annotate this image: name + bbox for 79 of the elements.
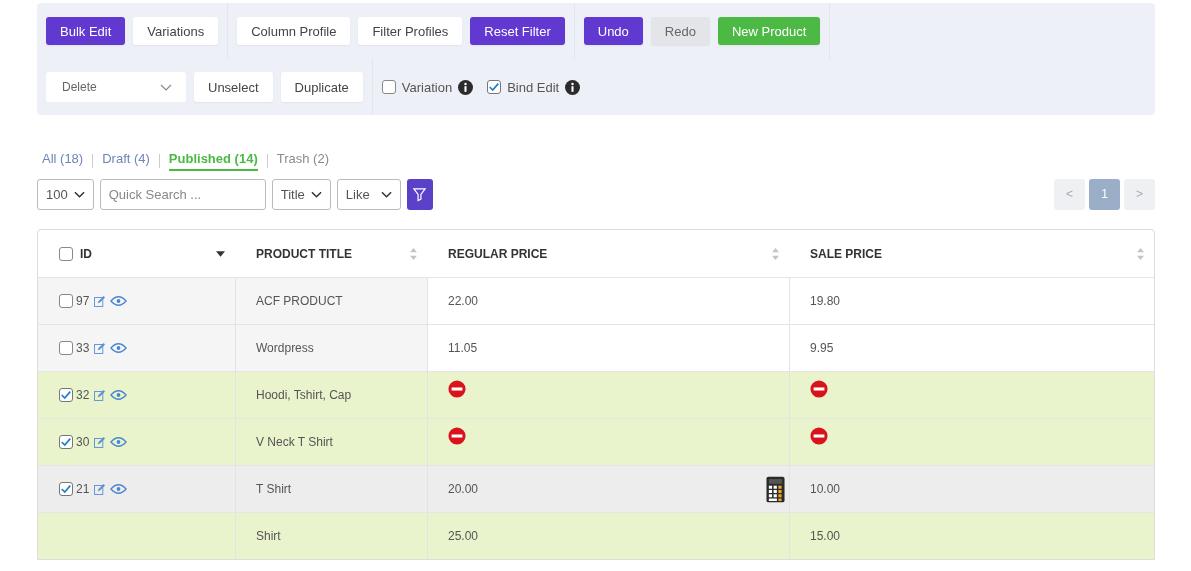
filter-icon xyxy=(412,186,428,202)
chevron-down-icon xyxy=(73,190,85,198)
chevron-down-icon xyxy=(380,190,392,198)
product-title: Wordpress xyxy=(256,341,314,355)
info-icon[interactable] xyxy=(458,79,474,95)
toolbar-button[interactable]: Bulk Edit xyxy=(46,17,126,45)
row-checkbox[interactable] xyxy=(59,388,73,402)
no-entry-icon xyxy=(810,427,828,445)
price-text: 22.00 xyxy=(448,294,479,308)
no-entry-icon xyxy=(448,427,466,445)
toolbar-button[interactable]: Filter Profiles xyxy=(358,17,463,45)
toolbar-button[interactable]: Variations xyxy=(133,17,219,45)
eye-icon[interactable] xyxy=(110,437,128,447)
toolbar-button[interactable]: Undo xyxy=(583,17,643,45)
price-text: 9.95 xyxy=(810,341,834,355)
calculator-icon[interactable] xyxy=(766,475,785,503)
row-checkbox[interactable] xyxy=(59,294,73,308)
edit-icon[interactable] xyxy=(94,389,106,401)
price-text: 19.80 xyxy=(810,294,841,308)
edit-icon[interactable] xyxy=(94,295,106,307)
toolbar-button[interactable]: Duplicate xyxy=(280,72,363,102)
table-row[interactable]: 33 Wordpress 11.05 9.95 xyxy=(38,324,1154,371)
table-row[interactable]: 30 V Neck T Shirt xyxy=(38,418,1154,465)
table-row[interactable]: Shirt 25.00 15.00 xyxy=(38,512,1154,559)
price-text: 15.00 xyxy=(810,529,841,543)
product-id: 32 xyxy=(76,388,90,402)
per-page-dropdown[interactable]: 100 xyxy=(37,178,94,210)
product-id: 97 xyxy=(76,294,90,308)
table-row[interactable]: 21 T Shirt 20.00 10.00 xyxy=(38,465,1154,512)
product-title: V Neck T Shirt xyxy=(256,435,333,449)
chevron-down-icon xyxy=(160,83,172,91)
row-checkbox[interactable] xyxy=(59,482,73,496)
row-checkbox[interactable] xyxy=(59,341,73,355)
option-label: Bind Edit xyxy=(507,79,560,95)
product-id: 33 xyxy=(76,341,90,355)
status-tab[interactable]: Trash (2) xyxy=(276,151,329,171)
column-header[interactable]: PRODUCT TITLE xyxy=(256,246,403,261)
table-row[interactable]: 32 Hoodi, Tshirt, Cap xyxy=(38,371,1154,418)
product-title: Shirt xyxy=(256,529,281,543)
option-label: Variation xyxy=(401,79,453,95)
chevron-down-icon xyxy=(310,190,322,198)
select-all-checkbox[interactable] xyxy=(59,246,73,261)
product-id: 21 xyxy=(76,482,90,496)
table-row[interactable]: 97 ACF PRODUCT 22.00 19.80 xyxy=(38,277,1154,324)
product-title: T Shirt xyxy=(256,482,292,496)
edit-icon[interactable] xyxy=(94,483,106,495)
sort-descending-icon[interactable] xyxy=(216,250,225,257)
quick-search-field[interactable]: Quick Search ... xyxy=(99,178,266,210)
eye-icon[interactable] xyxy=(110,343,128,353)
price-text: 25.00 xyxy=(448,529,479,543)
eye-icon[interactable] xyxy=(110,296,128,306)
no-entry-icon xyxy=(810,380,828,398)
operator-dropdown[interactable]: Like xyxy=(336,178,401,210)
status-tab[interactable]: Draft (4) xyxy=(102,151,150,171)
no-entry-icon xyxy=(448,380,466,398)
edit-icon[interactable] xyxy=(94,436,106,448)
product-id: 30 xyxy=(76,435,90,449)
option-checkbox[interactable] xyxy=(487,80,502,94)
row-checkbox[interactable] xyxy=(59,435,73,449)
product-title: Hoodi, Tshirt, Cap xyxy=(256,388,352,402)
toolbar-button[interactable]: Column Profile xyxy=(237,17,351,45)
bulk-action-dropdown[interactable]: Delete xyxy=(46,72,186,102)
column-header[interactable]: ID xyxy=(80,246,209,261)
price-text: 11.05 xyxy=(448,341,478,355)
search-field-dropdown[interactable]: Title xyxy=(271,178,331,210)
toolbar-button[interactable]: Reset Filter xyxy=(470,17,565,45)
price-text: 20.00 xyxy=(448,482,479,496)
column-header[interactable]: REGULAR PRICE xyxy=(448,246,765,261)
product-title: ACF PRODUCT xyxy=(256,294,343,308)
eye-icon[interactable] xyxy=(110,390,128,400)
column-header[interactable]: SALE PRICE xyxy=(810,246,1130,261)
toolbar-button[interactable]: Unselect xyxy=(194,72,273,102)
edit-icon[interactable] xyxy=(94,342,106,354)
eye-icon[interactable] xyxy=(110,484,128,494)
status-tab[interactable]: All (18) xyxy=(42,151,84,171)
info-icon[interactable] xyxy=(565,79,581,95)
filter-button[interactable] xyxy=(406,178,433,210)
price-text: 10.00 xyxy=(810,482,841,496)
option-checkbox[interactable] xyxy=(381,80,396,94)
